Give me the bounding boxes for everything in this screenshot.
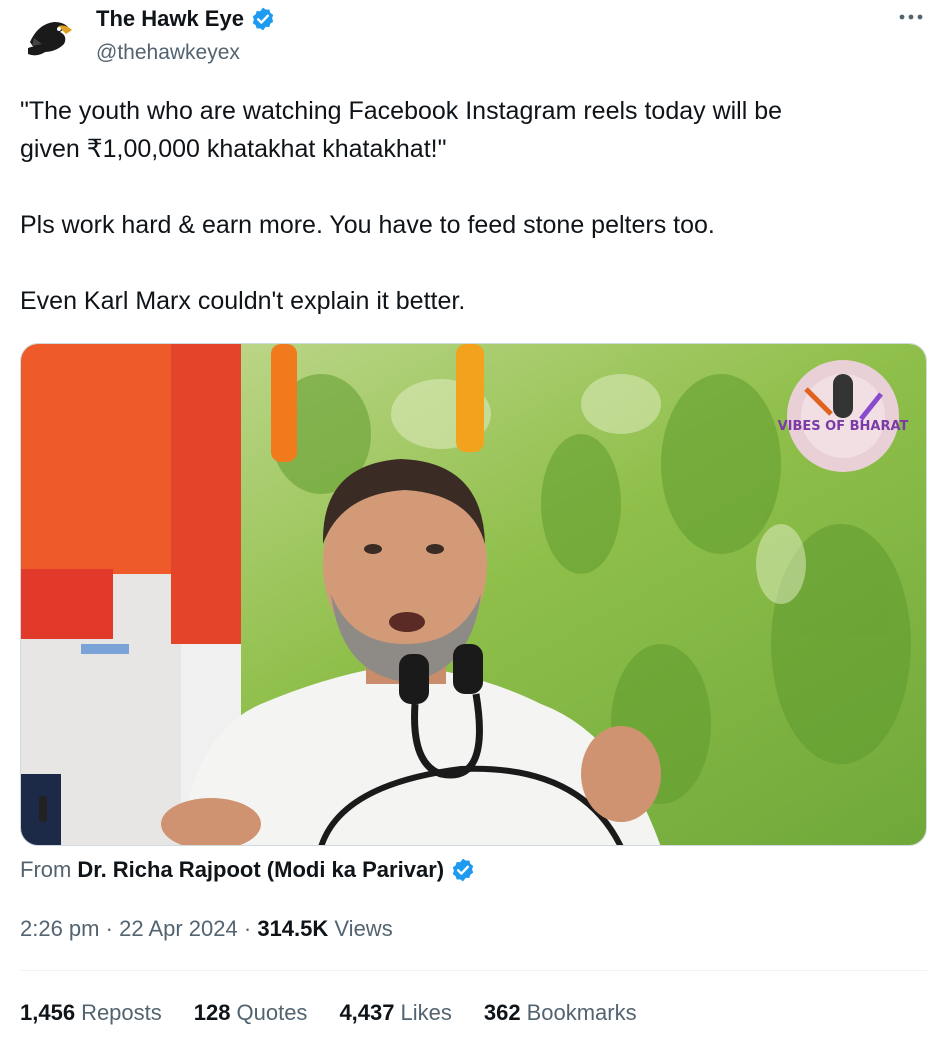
- tweet-line: Even Karl Marx couldn't explain it bette…: [20, 287, 466, 315]
- stat-count: 1,456: [20, 1000, 76, 1025]
- verified-badge-icon: [452, 858, 474, 882]
- tweet-line: Pls work hard & earn more. You have to f…: [20, 211, 715, 239]
- stat-label: Quotes: [236, 1000, 308, 1025]
- author-avatar[interactable]: [20, 8, 78, 66]
- tweet-date[interactable]: 22 Apr 2024: [119, 916, 238, 941]
- views-label: Views: [334, 916, 393, 941]
- meta-separator: ·: [105, 916, 113, 941]
- author-display-name[interactable]: The Hawk Eye: [96, 6, 276, 32]
- likes-stat[interactable]: 4,437 Likes: [339, 1000, 451, 1026]
- tweet-time[interactable]: 2:26 pm: [20, 916, 100, 941]
- watermark-text: VIBES OF BHARAT: [778, 419, 909, 434]
- bookmarks-stat[interactable]: 362 Bookmarks: [484, 1000, 637, 1026]
- hawk-logo-icon: [28, 22, 72, 56]
- stat-count: 128: [193, 1000, 231, 1025]
- tweet-video[interactable]: VIBES OF BHARAT: [20, 343, 927, 846]
- tweet-line: "The youth who are watching Facebook Ins…: [20, 97, 783, 125]
- views-count: 314.5K: [257, 916, 329, 941]
- verified-badge-icon: [252, 7, 274, 31]
- stat-label: Bookmarks: [526, 1000, 637, 1025]
- source-prefix: From: [20, 857, 72, 882]
- video-source: From Dr. Richa Rajpoot (Modi ka Parivar): [20, 857, 476, 883]
- source-account-link[interactable]: Dr. Richa Rajpoot (Modi ka Parivar): [77, 857, 444, 883]
- stat-label: Reposts: [81, 1000, 162, 1025]
- stat-count: 4,437: [339, 1000, 395, 1025]
- stat-label: Likes: [400, 1000, 452, 1025]
- quotes-stat[interactable]: 128 Quotes: [194, 1000, 308, 1026]
- stat-count: 362: [483, 1000, 521, 1025]
- tweet-meta: 2:26 pm · 22 Apr 2024 · 314.5K Views: [20, 916, 393, 942]
- tweet-line: given ₹1,00,000 khatakhat khatakhat!": [20, 135, 447, 163]
- author-handle[interactable]: @thehawkeyex: [96, 41, 240, 65]
- meta-separator: ·: [243, 916, 252, 941]
- video-frame: VIBES OF BHARAT: [21, 344, 926, 845]
- reposts-stat[interactable]: 1,456 Reposts: [20, 1000, 162, 1026]
- more-options-icon[interactable]: [898, 4, 924, 37]
- tweet-text: "The youth who are watching Facebook Ins…: [20, 92, 920, 320]
- author-name-text: The Hawk Eye: [96, 6, 244, 31]
- watermark-logo-icon: [787, 360, 899, 472]
- engagement-stats: 1,456 Reposts 128 Quotes 4,437 Likes 362 Boo…: [20, 1000, 637, 1026]
- divider: [20, 970, 927, 971]
